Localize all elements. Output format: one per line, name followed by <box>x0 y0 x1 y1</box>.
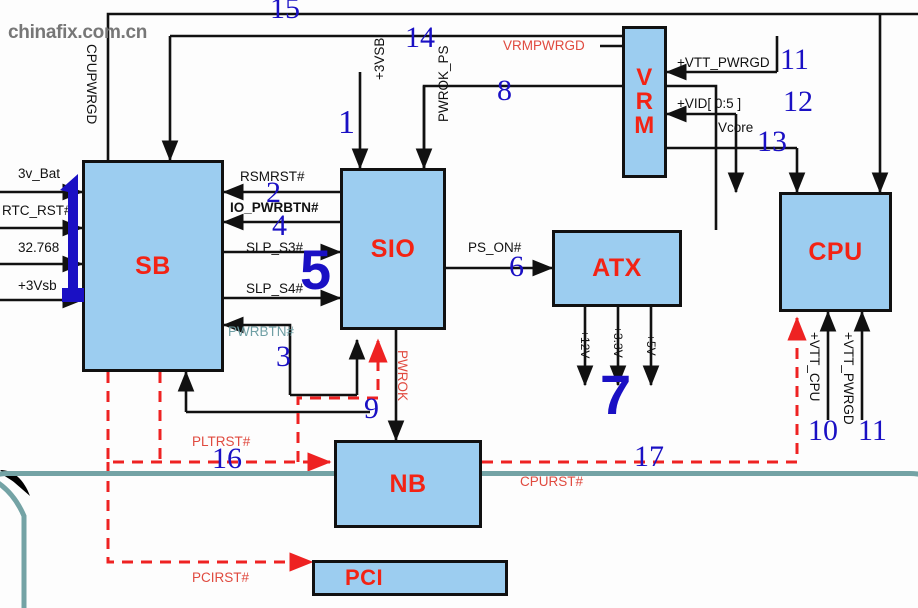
label-vtt-cpu: +VTT_CPU <box>807 332 822 402</box>
block-cpu[interactable]: CPU <box>779 192 892 312</box>
label-pwrok-ps: PWROK_PS <box>436 45 451 122</box>
step-number-11b: 11 <box>858 414 887 447</box>
block-sio-label: SIO <box>370 234 416 263</box>
label-3vsb-sio: +3VSB <box>372 37 387 80</box>
block-vrm-letter-m: M <box>634 112 655 139</box>
block-atx[interactable]: ATX <box>552 230 682 307</box>
label-vcore: Vcore <box>718 120 754 135</box>
block-sb[interactable]: SB <box>82 160 224 372</box>
step-number-16: 16 <box>212 442 242 475</box>
label-slp-s4: SLP_S4# <box>246 281 304 296</box>
step-number-17: 17 <box>634 440 664 473</box>
label-vtt-pwrgd: +VTT_PWRGD <box>677 55 770 70</box>
step-number-1: 1 <box>338 104 355 141</box>
step-number-12: 12 <box>783 85 813 118</box>
block-vrm-letter-v: V <box>636 64 653 91</box>
step-number-6: 6 <box>509 250 524 283</box>
step-number-15: 15 <box>270 0 300 25</box>
label-pwrbtn: PWRBTN# <box>228 324 295 339</box>
label-vtt-pwrgd-cpu: +VTT_PWRGD <box>841 332 856 425</box>
label-pcirst: PCIRST# <box>192 570 250 585</box>
step-number-7: 7 <box>600 363 632 426</box>
label-vid: +VID[ 0:5 ] <box>677 96 742 111</box>
label-atx-5v: +5V <box>644 334 658 356</box>
step-number-14: 14 <box>405 21 435 54</box>
label-atx-33v: +3.3V <box>611 326 625 358</box>
diagram-canvas: SB SIO ATX V R M CPU NB PCI chinafix.com… <box>0 0 918 608</box>
label-cpurst: CPURST# <box>520 474 584 489</box>
label-32768: 32.768 <box>18 240 60 255</box>
block-atx-label: ATX <box>592 254 642 282</box>
block-sio[interactable]: SIO <box>340 168 446 330</box>
block-pci[interactable]: PCI <box>312 560 508 596</box>
label-3vsb-in: +3Vsb <box>18 278 57 293</box>
block-cpu-label: CPU <box>808 237 863 266</box>
watermark-logo: chinafix.com.cn <box>8 22 148 43</box>
label-pwrok: PWROK <box>395 350 410 402</box>
step-number-3: 3 <box>276 340 291 373</box>
step-number-8: 8 <box>497 74 512 107</box>
label-vrmpwrgd: VRMPWRGD <box>503 38 585 53</box>
step-number-1-marker <box>60 174 84 302</box>
block-pci-label: PCI <box>345 565 384 590</box>
label-atx-12v: +12V <box>578 330 592 359</box>
step-number-2: 2 <box>266 176 281 209</box>
step-number-10: 10 <box>808 414 838 447</box>
step-number-4: 4 <box>272 209 287 242</box>
step-number-13: 13 <box>757 125 787 158</box>
step-number-9: 9 <box>364 392 379 425</box>
step-number-11: 11 <box>780 43 809 76</box>
label-3v-bat: 3v_Bat <box>18 166 61 181</box>
block-vrm[interactable]: V R M <box>622 26 667 178</box>
block-vrm-letter-r: R <box>635 88 654 115</box>
label-cpupwrgd: CPUPWRGD <box>84 44 99 125</box>
block-nb[interactable]: NB <box>334 440 482 528</box>
block-sb-label: SB <box>135 251 171 280</box>
block-nb-label: NB <box>389 469 427 498</box>
step-number-5: 5 <box>300 238 332 301</box>
